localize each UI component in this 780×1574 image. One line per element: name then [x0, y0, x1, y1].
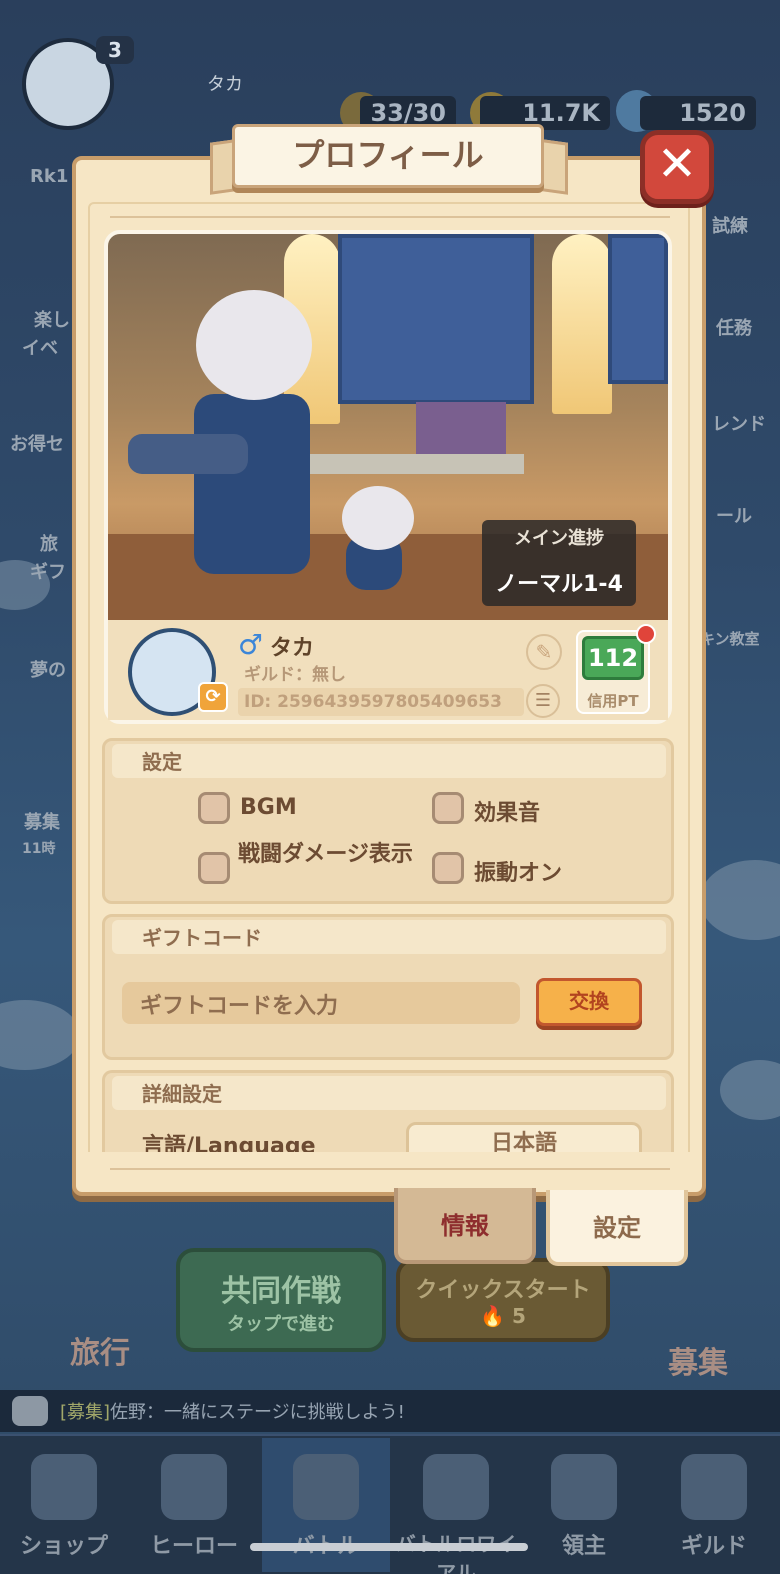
tab-info[interactable]: 情報 — [394, 1188, 536, 1264]
nav-label: ヒーロー — [149, 1534, 238, 1559]
hero-icon — [161, 1454, 227, 1520]
damage-display-checkbox[interactable] — [198, 852, 230, 884]
notification-dot — [636, 624, 656, 644]
recruit-label[interactable]: 募集 — [668, 1338, 728, 1382]
bgm-checkbox[interactable] — [198, 792, 230, 824]
side-menu-label[interactable]: ギフ — [30, 558, 66, 584]
coop-battle-button[interactable]: 共同作戦 タップで進む — [176, 1248, 386, 1352]
nav-label: ショップ — [19, 1534, 108, 1559]
battle-icon — [293, 1454, 359, 1520]
scene-banner — [338, 234, 534, 404]
nav-hero[interactable]: ヒーロー — [130, 1438, 258, 1572]
advanced-title: 詳細設定 — [142, 1082, 222, 1106]
chat-message: [募集]佐野：一緒にステージに挑戦しよう! — [60, 1398, 405, 1424]
gift-code-placeholder: ギフトコードを入力 — [140, 994, 339, 1019]
coop-subtitle: タップで進む — [227, 1314, 335, 1335]
side-menu-label[interactable]: お得セ — [10, 430, 64, 456]
flame-icon: 🔥 — [480, 1304, 505, 1328]
side-menu-label[interactable]: 旅 — [40, 530, 58, 556]
settings-header — [112, 744, 666, 778]
tab-settings[interactable]: 設定 — [546, 1190, 688, 1266]
nav-label: ギルド — [680, 1534, 747, 1559]
scene-books — [416, 402, 506, 454]
side-menu-label[interactable]: 任務 — [716, 314, 752, 340]
nav-guild[interactable]: ギルド — [650, 1438, 778, 1572]
chat-tag: [募集] — [60, 1402, 111, 1423]
coop-title: 共同作戦 — [221, 1274, 341, 1309]
side-menu-label[interactable]: 楽し — [34, 306, 70, 332]
settings-title: 設定 — [142, 750, 182, 774]
credit-points-value: 112 — [582, 636, 644, 680]
bgm-label: BGM — [240, 795, 297, 820]
travel-label[interactable]: 旅行 — [70, 1328, 130, 1372]
side-menu-label[interactable]: 試練 — [712, 212, 748, 238]
chat-text: 佐野：一緒にステージに挑戦しよう! — [110, 1402, 405, 1423]
guild-label: ギルド：無し — [244, 665, 346, 685]
home-indicator[interactable] — [250, 1543, 528, 1551]
gift-code-title: ギフトコード — [142, 926, 262, 950]
profile-name: タカ — [270, 636, 315, 661]
close-icon[interactable]: ✕ — [640, 128, 714, 202]
nav-label: 領主 — [561, 1534, 606, 1559]
shop-icon — [31, 1454, 97, 1520]
nav-shop[interactable]: ショップ — [0, 1438, 128, 1572]
sfx-checkbox[interactable] — [432, 792, 464, 824]
side-menu-label[interactable]: ール — [716, 502, 752, 528]
rank-hint: Rk1 — [30, 166, 69, 187]
side-menu-label[interactable]: キン教室 — [700, 628, 760, 649]
modal-title: プロフィール — [292, 136, 484, 174]
quick-start-button[interactable]: クイックスタート 🔥 5 — [396, 1258, 610, 1342]
quick-start-title: クイックスタート — [415, 1278, 591, 1303]
progress-value: ノーマル1-4 — [495, 572, 623, 597]
gem-counter: 1520 — [640, 96, 756, 130]
side-menu-label[interactable]: 募集 — [24, 808, 60, 834]
nav-label: バトルロワイアル — [396, 1532, 517, 1574]
scene-window — [552, 234, 612, 414]
credit-points-label: 信用PT — [587, 692, 639, 710]
copy-id-icon[interactable]: ☰ — [526, 684, 560, 718]
gender-male-icon: ♂ — [238, 628, 264, 661]
side-menu-timer: 11時 — [22, 841, 56, 857]
top-divider — [110, 216, 670, 218]
side-menu-label[interactable]: 夢の — [30, 656, 66, 682]
exchange-button[interactable]: 交換 — [536, 978, 642, 1026]
player-name-hud: タカ — [207, 74, 243, 95]
bottom-divider — [110, 1168, 670, 1170]
nav-battle[interactable]: バトル — [262, 1438, 390, 1572]
lord-icon — [551, 1454, 617, 1520]
vibration-label: 振動オン — [474, 861, 563, 886]
side-menu-label[interactable]: レンド — [712, 410, 766, 436]
guild-icon — [681, 1454, 747, 1520]
nav-royale[interactable]: バトルロワイアル — [392, 1438, 520, 1574]
vibration-checkbox[interactable] — [432, 852, 464, 884]
player-id: ID: 2596439597805409653 — [244, 692, 502, 712]
hero-cannon — [128, 434, 248, 474]
quick-start-cost: 🔥 5 — [400, 1304, 606, 1328]
quick-cost-value: 5 — [511, 1304, 526, 1328]
hero-character — [194, 394, 310, 574]
damage-display-label: 戦闘ダメージ表示 — [238, 842, 413, 867]
scroll-fade — [88, 1152, 690, 1166]
mini-hero-head — [342, 486, 414, 550]
chat-bubble-icon[interactable] — [12, 1396, 48, 1426]
progress-title: メイン進捗 — [514, 528, 604, 549]
side-menu-label[interactable]: イベ — [22, 334, 58, 360]
sfx-label: 効果音 — [474, 801, 541, 826]
edit-name-feather-icon[interactable]: ✎ — [526, 634, 562, 670]
scene-banner — [608, 234, 668, 384]
change-avatar-icon[interactable]: ⟳ — [198, 682, 228, 712]
scene-table — [304, 454, 524, 474]
player-level-badge: 3 — [96, 36, 134, 64]
hero-head — [196, 290, 312, 400]
nav-lord[interactable]: 領主 — [520, 1438, 648, 1572]
royale-icon — [423, 1454, 489, 1520]
